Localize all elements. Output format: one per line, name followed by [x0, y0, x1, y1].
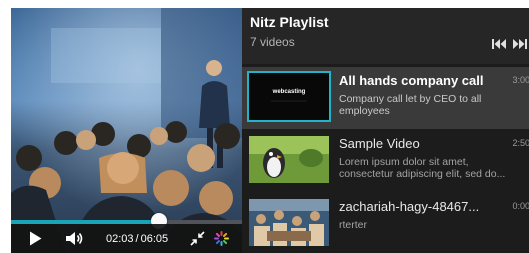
time-display: 02:03/06:05 [106, 233, 168, 245]
thumbnail-image [249, 199, 329, 246]
video-description: rterter [339, 219, 368, 231]
video-thumbnail [249, 199, 329, 246]
current-time: 02:03 [106, 232, 134, 245]
playlist-video-count: 7 videos [250, 35, 295, 49]
video-duration: 2:50 [512, 138, 529, 148]
player-frame: 02:03/06:05 Nitz Playlist 7 videos webca… [11, 8, 529, 253]
volume-button[interactable] [64, 231, 84, 247]
next-video-button[interactable] [512, 36, 527, 54]
playlist-title: Nitz Playlist [250, 14, 329, 30]
playlist-panel: Nitz Playlist 7 videos webcasting All ha… [242, 8, 529, 253]
playlist-item[interactable]: webcasting All hands company call 3:00 C… [242, 67, 529, 129]
previous-video-button[interactable] [492, 36, 507, 54]
play-button[interactable] [28, 231, 42, 247]
video-duration: 3:00 [512, 75, 529, 85]
volume-icon [65, 232, 82, 245]
video-area[interactable]: 02:03/06:05 [11, 8, 242, 253]
video-title: All hands company call [339, 73, 484, 88]
thumbnail-caption: webcasting [272, 89, 306, 95]
exit-fullscreen-icon [190, 231, 205, 246]
video-title: Sample Video [339, 136, 420, 151]
playlist-header: Nitz Playlist 7 videos [242, 8, 529, 64]
thumbnail-image [249, 136, 329, 183]
video-frame-image [11, 8, 242, 253]
player-controls: 02:03/06:05 [11, 224, 242, 253]
play-icon [29, 231, 41, 246]
next-track-icon [513, 39, 527, 49]
previous-track-icon [492, 39, 506, 49]
video-description: Company call let by CEO to all employees [339, 93, 482, 117]
loading-indicator [213, 231, 229, 247]
thumbnail-image [249, 73, 329, 120]
time-separator: / [135, 232, 139, 245]
video-thumbnail [249, 136, 329, 183]
video-title: zachariah-hagy-48467... [339, 199, 480, 214]
playlist-item[interactable]: Sample Video 2:50 Lorem ipsum dolor sit … [242, 130, 529, 192]
loading-spinner-icon [213, 231, 229, 246]
exit-fullscreen-button[interactable] [189, 231, 205, 247]
total-duration: 06:05 [140, 232, 169, 245]
playlist-item[interactable]: zachariah-hagy-48467... 0:00 rterter [242, 193, 529, 253]
video-description: Lorem ipsum dolor sit amet, consectetur … [339, 156, 506, 180]
video-duration: 0:00 [512, 201, 529, 211]
video-thumbnail: webcasting [247, 71, 331, 122]
